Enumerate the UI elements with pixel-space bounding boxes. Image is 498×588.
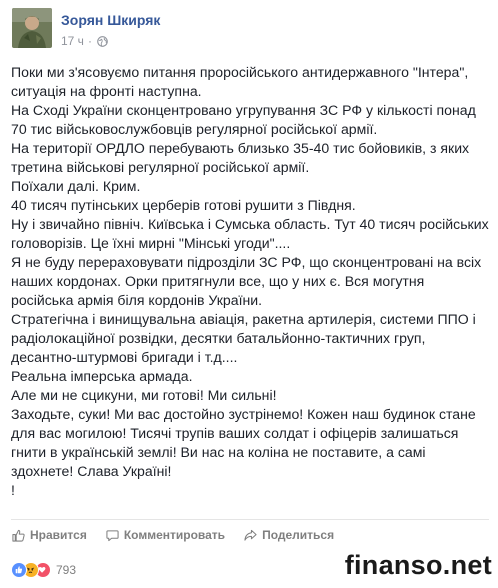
reactions-summary[interactable]: 793 <box>11 561 76 579</box>
comment-button[interactable]: Комментировать <box>106 528 225 542</box>
post-paragraph: Стратегічна і винищувальна авіація, раке… <box>11 311 476 365</box>
post-paragraph: Але ми не сцикуни, ми готові! Ми сильні! <box>11 387 277 403</box>
comment-icon <box>106 529 119 541</box>
share-button[interactable]: Поделиться <box>244 528 334 542</box>
post-body: Поки ми з'ясовуємо питання проросійськог… <box>11 63 489 500</box>
post-meta: Зорян Шкиряк 17 ч · <box>61 11 160 48</box>
thumbs-up-icon <box>12 529 25 542</box>
actions-divider <box>11 519 489 520</box>
post-paragraph: Реальна імперська армада. <box>11 368 193 384</box>
like-button[interactable]: Нравится <box>12 528 87 542</box>
meta-separator: · <box>87 34 92 48</box>
post-paragraph: На Сході України сконцентровано угрупува… <box>11 102 476 137</box>
post-paragraph: Я не буду перераховувати підрозділи ЗС Р… <box>11 254 482 308</box>
reactions-count[interactable]: 793 <box>56 563 76 577</box>
post-paragraph: Ну і звичайно північ. Київська і Сумська… <box>11 216 489 251</box>
post-paragraph: Поїхали далі. Крим. <box>11 178 141 194</box>
post-time[interactable]: 17 ч <box>61 34 84 48</box>
share-label: Поделиться <box>262 528 335 542</box>
watermark-logo: finanso.net <box>344 550 492 580</box>
post-paragraph: На території ОРДЛО перебувають близько 3… <box>11 140 470 175</box>
post-paragraph: Заходьте, суки! Ми вас достойно зустріне… <box>11 406 476 479</box>
author-name[interactable]: Зорян Шкиряк <box>61 11 160 29</box>
like-reaction-icon <box>11 562 27 578</box>
post-paragraph: ! <box>11 482 15 498</box>
post-header: Зорян Шкиряк 17 ч · <box>12 8 160 52</box>
post-actions: Нравится Комментировать Поделиться <box>12 526 353 544</box>
post-time-row: 17 ч · <box>61 34 160 48</box>
facebook-post: Зорян Шкиряк 17 ч · Поки ми з'ясовуємо п… <box>0 0 498 588</box>
share-icon <box>244 529 257 541</box>
avatar[interactable] <box>12 8 52 48</box>
like-label: Нравится <box>30 528 87 542</box>
globe-icon[interactable] <box>97 35 108 47</box>
comment-label: Комментировать <box>123 528 226 542</box>
post-paragraph: 40 тисяч путінських церберів готові руши… <box>11 197 356 213</box>
post-paragraph: Поки ми з'ясовуємо питання проросійськог… <box>11 64 469 99</box>
